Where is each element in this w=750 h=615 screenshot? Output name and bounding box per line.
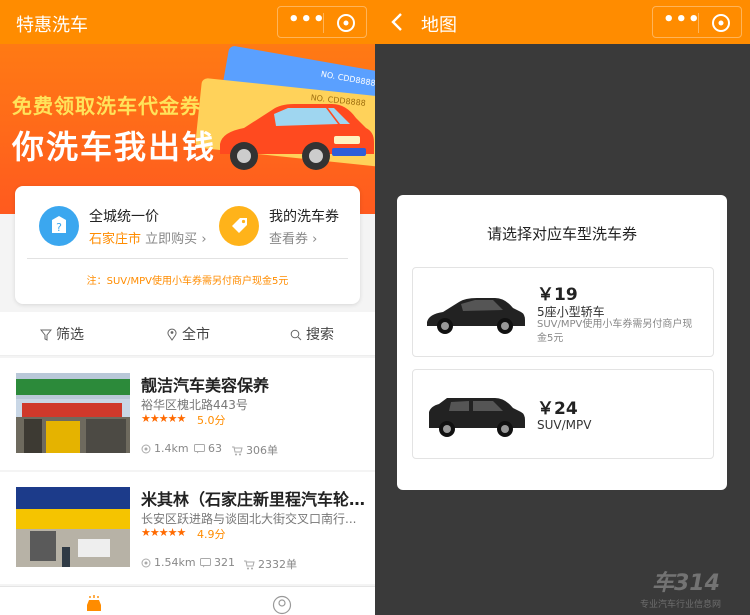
feature-title: 我的洗车券 xyxy=(269,209,339,225)
top-bar: 特惠洗车 ••• xyxy=(0,0,375,44)
location-pin-icon xyxy=(167,328,177,341)
cart-icon xyxy=(232,446,243,456)
shop-list-item[interactable]: 米其林（石家庄新里程汽车轮胎... 长安区跃进路与谈固北大街交叉口南行... ★… xyxy=(0,472,375,584)
unified-price-entry[interactable]: ? 全城统一价 石家庄市 立即购买 › xyxy=(39,204,207,250)
filter-bar: 筛选 全市 搜索 xyxy=(0,312,375,356)
order-count: 306单 xyxy=(246,444,278,457)
distance-value: 1.4km xyxy=(154,442,189,455)
view-coupons-link[interactable]: 查看券 xyxy=(269,232,308,247)
comments: 321 xyxy=(200,556,235,569)
distance: 1.4km xyxy=(141,442,189,455)
svg-text:?: ? xyxy=(56,221,62,234)
car-wash-page: 特惠洗车 ••• NO. CDD8888 NO. CDD8888 免费领取洗车代… xyxy=(0,0,375,615)
shop-name: 靓洁汽车美容保养 xyxy=(141,376,270,395)
star-rating: ★★★★★ xyxy=(141,412,186,425)
profile-tab-icon[interactable] xyxy=(272,595,292,615)
car-type-label: SUV/MPV xyxy=(537,418,592,432)
suv-car-icon xyxy=(429,398,525,437)
star-rating: ★★★★★ xyxy=(141,526,186,539)
rating-score: 4.9分 xyxy=(197,528,226,541)
search-label: 搜索 xyxy=(306,327,334,343)
chevron-right-icon: › xyxy=(201,232,207,247)
comment-count: 321 xyxy=(214,556,235,569)
buy-now-link[interactable]: 立即购买 xyxy=(145,232,197,247)
capsule-divider xyxy=(698,13,699,33)
mini-program-capsule: ••• xyxy=(277,6,367,38)
cart-icon xyxy=(244,560,255,570)
search-button[interactable]: 搜索 xyxy=(290,324,334,344)
mini-program-capsule: ••• xyxy=(652,6,742,38)
distance-value: 1.54km xyxy=(154,556,196,569)
search-icon xyxy=(290,329,302,341)
back-arrow-icon[interactable] xyxy=(389,12,407,32)
coupon-tag-icon xyxy=(219,206,259,246)
feature-subtitle: 查看券 › xyxy=(269,228,317,247)
car-wash-tab-icon[interactable] xyxy=(84,595,104,613)
my-coupons-entry[interactable]: 我的洗车券 查看券 › xyxy=(219,204,359,250)
banner-title: 你洗车我出钱 xyxy=(12,128,217,166)
shop-address: 长安区跃进路与谈固北大街交叉口南行... xyxy=(141,512,357,526)
watermark-tagline: 专业汽车行业信息网 xyxy=(640,600,722,610)
bottom-tab-bar xyxy=(0,586,375,615)
coupon-type-dialog: 请选择对应车型洗车券 ￥19 5座小型轿车 SUV/MPV使用小车券需另付商户现… xyxy=(397,195,727,490)
shop-photo xyxy=(16,487,130,567)
price: ￥24 xyxy=(537,399,578,419)
entry-card: ? 全城统一价 石家庄市 立即购买 › 我的洗车券 查看券 › 注：SUV/MP… xyxy=(15,186,360,304)
car-type-note: SUV/MPV使用小车券需另付商户现金5元 xyxy=(537,319,693,344)
feature-title: 全城统一价 xyxy=(89,209,159,225)
sedan-coupon-option[interactable]: ￥19 5座小型轿车 SUV/MPV使用小车券需另付商户现金5元 xyxy=(412,267,714,357)
page-title: 地图 xyxy=(421,15,457,36)
area-label: 全市 xyxy=(182,327,210,343)
location-icon xyxy=(141,444,151,454)
comments: 63 xyxy=(194,442,222,455)
shop-photo xyxy=(16,373,130,453)
close-circle-icon[interactable] xyxy=(336,13,356,33)
card-divider xyxy=(27,258,348,259)
filter-label: 筛选 xyxy=(56,327,84,343)
city-label: 石家庄市 xyxy=(89,232,142,247)
dialog-title: 请选择对应车型洗车券 xyxy=(486,225,637,243)
rating-score: 5.0分 xyxy=(197,414,226,427)
orders: 2332单 xyxy=(244,556,297,572)
comment-count: 63 xyxy=(208,442,222,455)
shop-address: 裕华区槐北路443号 xyxy=(141,398,248,412)
banner-subtitle: 免费领取洗车代金券 xyxy=(12,94,201,118)
filter-button[interactable]: 筛选 xyxy=(40,324,84,344)
ticket-number: NO. CDD8888 xyxy=(320,69,375,89)
more-icon[interactable]: ••• xyxy=(288,9,325,35)
sedan-car-icon xyxy=(427,298,525,334)
close-circle-icon[interactable] xyxy=(711,13,731,33)
comment-icon xyxy=(200,558,211,568)
price: ￥19 xyxy=(537,285,578,305)
top-bar: 地图 ••• xyxy=(375,0,750,44)
shop-list-item[interactable]: 靓洁汽车美容保养 裕华区槐北路443号 ★★★★★ 5.0分 1.4km 63 … xyxy=(0,358,375,470)
suv-coupon-option[interactable]: ￥24 SUV/MPV xyxy=(412,369,714,459)
location-icon xyxy=(141,558,151,568)
orders: 306单 xyxy=(232,442,278,458)
city-area-button[interactable]: 全市 xyxy=(166,324,210,344)
suv-note: 注：SUV/MPV使用小车券需另付商户现金5元 xyxy=(86,276,289,287)
page-title: 特惠洗车 xyxy=(16,15,88,36)
more-icon[interactable]: ••• xyxy=(663,9,700,35)
funnel-icon xyxy=(40,329,52,341)
car-illustration xyxy=(220,104,374,170)
order-count: 2332单 xyxy=(258,558,297,571)
site-watermark: 车314 专业汽车行业信息网 xyxy=(620,559,750,615)
feature-subtitle: 石家庄市 立即购买 › xyxy=(89,228,207,247)
price-icon: ? xyxy=(39,206,79,246)
capsule-divider xyxy=(323,13,324,33)
map-page: 地图 ••• 请选择对应车型洗车券 ￥19 5座小型轿车 SUV/MPV使用小车… xyxy=(375,0,750,615)
shop-name: 米其林（石家庄新里程汽车轮胎... xyxy=(141,490,366,509)
comment-icon xyxy=(194,444,205,454)
watermark-logo: 车314 xyxy=(652,571,720,596)
chevron-right-icon: › xyxy=(312,232,318,247)
distance: 1.54km xyxy=(141,556,196,569)
